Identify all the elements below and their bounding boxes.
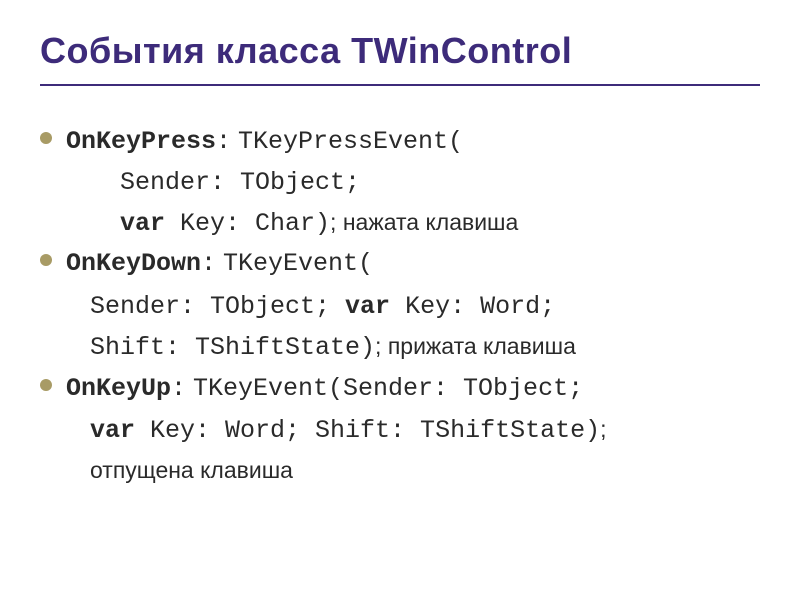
event-line: OnKeyDown: TKeyEvent( (66, 243, 373, 284)
param-line: var Key: Word; Shift: TShiftState); (40, 410, 760, 451)
bullet-icon (40, 379, 52, 391)
event-name: OnKeyDown (66, 249, 201, 278)
bullet-icon (40, 254, 52, 266)
param-text: Sender: TObject; (90, 292, 345, 321)
keyword-var: var (120, 209, 165, 238)
heading-underline (40, 84, 760, 86)
event-colon: : (171, 374, 186, 403)
note-text: ; прижата клавиша (375, 333, 576, 359)
list-item: OnKeyPress: TKeyPressEvent( (40, 121, 760, 162)
param-text: Key: Char) (165, 209, 330, 238)
event-line: OnKeyUp: TKeyEvent(Sender: TObject; (66, 368, 583, 409)
note-text: отпущена клавиша (90, 457, 293, 483)
param-line: Shift: TShiftState); прижата клавиша (40, 327, 760, 368)
param-line: var Key: Char); нажата клавиша (40, 203, 760, 244)
param-line: отпущена клавиша (40, 451, 760, 490)
note-text: ; нажата клавиша (330, 209, 518, 235)
event-name: OnKeyUp (66, 374, 171, 403)
keyword-var: var (90, 416, 135, 445)
param-text: Key: Word; (390, 292, 555, 321)
event-name: OnKeyPress (66, 127, 216, 156)
event-type: TKeyEvent( (223, 249, 373, 278)
param-text: Key: Word; Shift: TShiftState) (135, 416, 600, 445)
list-item: OnKeyDown: TKeyEvent( (40, 243, 760, 284)
param-text: Sender: TObject; (343, 374, 583, 403)
keyword-var: var (345, 292, 390, 321)
bullet-icon (40, 132, 52, 144)
slide-heading: События класса TWinControl (40, 30, 760, 72)
event-colon: : (216, 127, 231, 156)
list-item: OnKeyUp: TKeyEvent(Sender: TObject; (40, 368, 760, 409)
param-line: Sender: TObject; var Key: Word; (40, 286, 760, 327)
param-line: Sender: TObject; (40, 164, 760, 203)
note-text: ; (600, 416, 606, 442)
event-type: TKeyEvent( (193, 374, 343, 403)
event-line: OnKeyPress: TKeyPressEvent( (66, 121, 463, 162)
event-colon: : (201, 249, 216, 278)
param-text: Shift: TShiftState) (90, 333, 375, 362)
slide-content: OnKeyPress: TKeyPressEvent( Sender: TObj… (40, 121, 760, 490)
event-type: TKeyPressEvent( (238, 127, 463, 156)
